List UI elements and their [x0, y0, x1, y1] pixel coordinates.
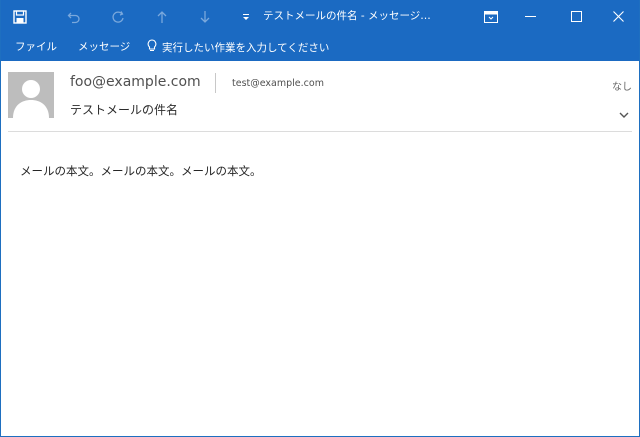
ribbon-tabs: ファイル メッセージ 実行したい作業を入力してください [1, 33, 639, 61]
customize-toolbar-icon[interactable] [231, 0, 261, 33]
message-subject: テストメールの件名 [70, 103, 179, 117]
header-separator [8, 131, 632, 132]
minimize-icon[interactable] [507, 0, 553, 33]
sender-address[interactable]: foo@example.com [70, 74, 201, 90]
tab-file[interactable]: ファイル [15, 33, 57, 61]
close-icon[interactable] [595, 0, 639, 33]
undo-icon[interactable] [59, 0, 89, 33]
lightbulb-icon [147, 39, 157, 55]
avatar [8, 72, 54, 118]
attachments-status: なし [612, 82, 632, 93]
tell-me-placeholder: 実行したい作業を入力してください [162, 41, 330, 54]
message-body: メールの本文。メールの本文。メールの本文。 [20, 164, 262, 178]
header-divider [215, 73, 216, 93]
outlook-message-window: テストメールの件名 - メッセージ… ファイル メッセージ 実行したい作業を入力… [0, 0, 640, 437]
window-title: テストメールの件名 - メッセージ… [263, 10, 431, 22]
redo-icon[interactable] [103, 0, 133, 33]
previous-item-icon[interactable] [147, 0, 177, 33]
save-icon[interactable] [5, 0, 35, 33]
recipient-address[interactable]: test@example.com [232, 78, 324, 89]
tell-me-search[interactable]: 実行したい作業を入力してください [147, 33, 329, 61]
chevron-down-icon[interactable] [617, 107, 631, 121]
person-icon [13, 80, 49, 118]
reading-pane: foo@example.com test@example.com テストメールの… [1, 61, 639, 436]
title-bar: テストメールの件名 - メッセージ… [1, 0, 639, 33]
tab-message[interactable]: メッセージ [78, 33, 130, 61]
next-item-icon[interactable] [190, 0, 220, 33]
maximize-icon[interactable] [553, 0, 599, 33]
